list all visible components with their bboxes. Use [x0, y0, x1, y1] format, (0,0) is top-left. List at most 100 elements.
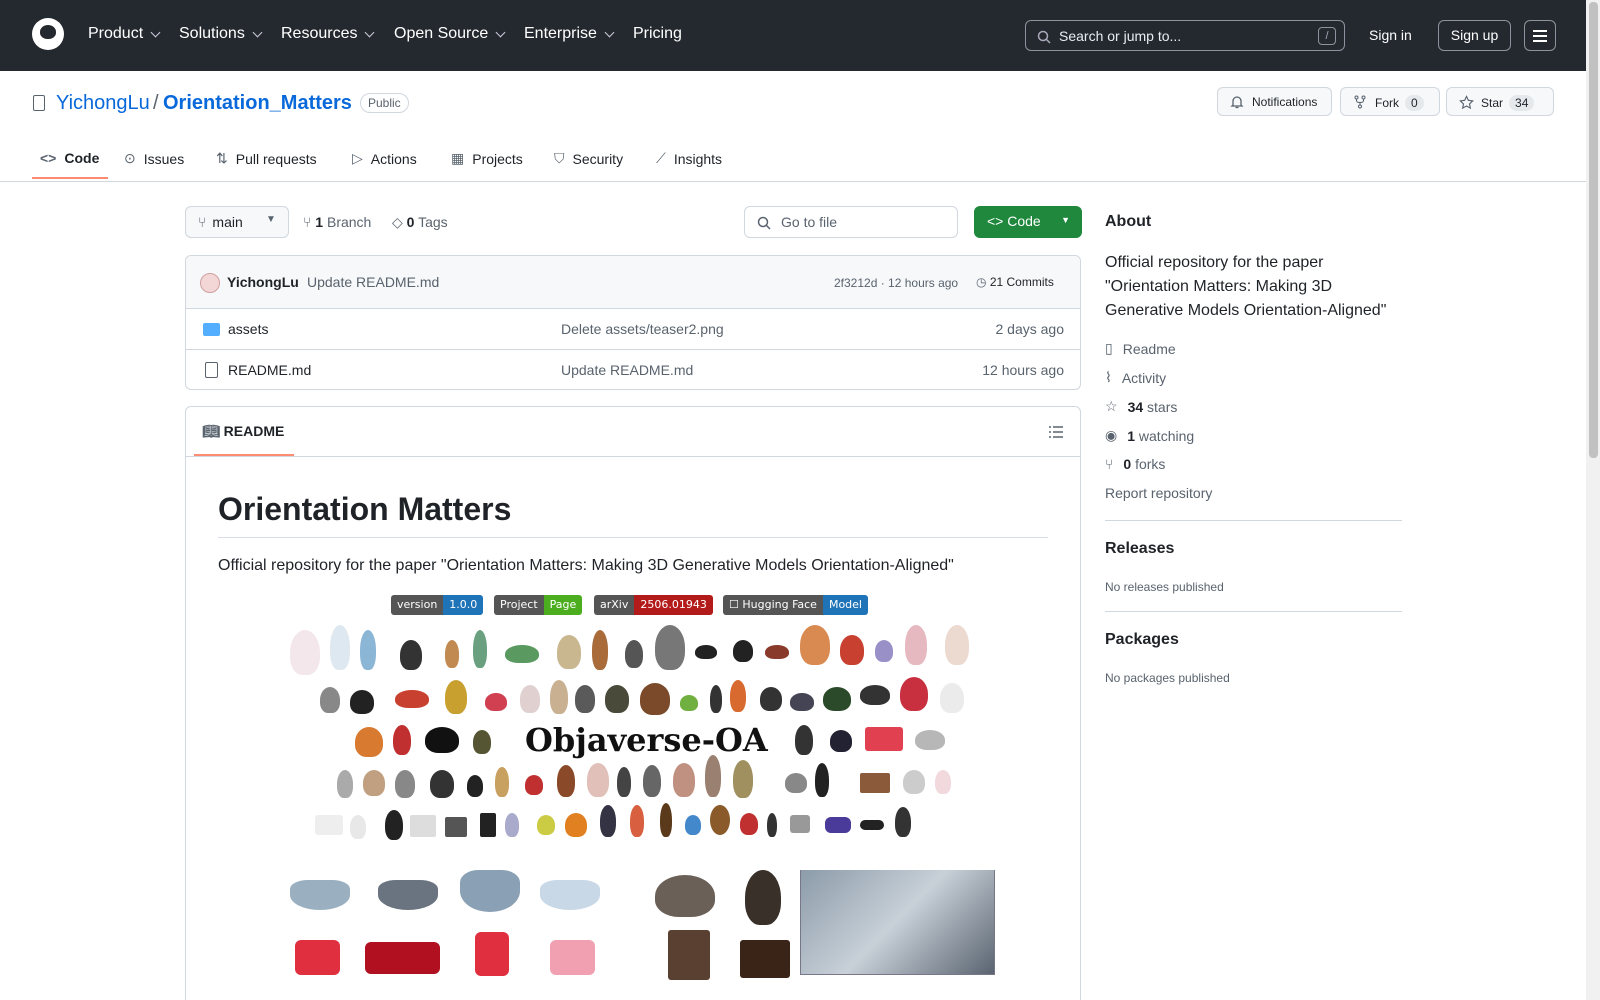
fork-icon: ⑂ — [1105, 456, 1114, 472]
avatar[interactable] — [200, 273, 220, 293]
tab-projects[interactable]: ▦ Projects — [451, 150, 523, 167]
tab-security[interactable]: ⛉ Security — [554, 150, 623, 167]
file-commit-message[interactable]: Update README.md — [561, 362, 693, 378]
tab-label: Issues — [143, 150, 185, 167]
activity-link-label: Activity — [1121, 369, 1167, 386]
room-render — [800, 870, 995, 975]
readme-tab[interactable]: 📖︎ README — [202, 423, 284, 440]
packages-heading[interactable]: Packages — [1105, 631, 1179, 649]
releases-heading[interactable]: Releases — [1105, 540, 1174, 558]
object-figure — [430, 770, 454, 798]
nav-resources[interactable]: Resources — [281, 25, 375, 43]
commits-label: 21 Commits — [989, 275, 1054, 289]
object-figure — [745, 870, 781, 925]
search-input[interactable]: Search or jump to... / — [1025, 20, 1345, 51]
tab-label: Insights — [673, 150, 723, 167]
object-figure — [625, 640, 643, 668]
commit-hash-time[interactable]: 2f3212d · 12 hours ago — [834, 276, 958, 290]
activity-link[interactable]: ⌇ Activity — [1105, 369, 1166, 386]
watching-link[interactable]: ◉ 1 watching — [1105, 427, 1194, 444]
forks-label: forks — [1135, 456, 1166, 472]
search-placeholder: Search or jump to... — [1059, 28, 1182, 44]
report-repository-link[interactable]: Report repository — [1105, 485, 1212, 501]
readme-title: Orientation Matters — [218, 491, 512, 527]
branches-link[interactable]: ⑂ 1 Branch — [303, 214, 371, 230]
menu-line — [1533, 35, 1547, 37]
file-table: YichongLu Update README.md 2f3212d · 12 … — [185, 255, 1081, 390]
object-figure — [520, 685, 540, 713]
sign-up-button[interactable]: Sign up — [1438, 20, 1511, 51]
github-logo-icon[interactable] — [32, 18, 64, 50]
file-icon — [205, 362, 218, 378]
object-figure — [765, 645, 789, 659]
object-figure — [903, 770, 925, 794]
object-figure — [315, 815, 343, 835]
watching-count: 1 — [1127, 427, 1136, 444]
commit-author[interactable]: YichongLu — [227, 274, 299, 290]
notifications-button[interactable]: Notifications — [1217, 87, 1332, 116]
stars-link[interactable]: ☆ 34 stars — [1105, 398, 1177, 415]
object-figure — [740, 940, 790, 978]
file-name[interactable]: assets — [228, 321, 268, 337]
objaverse-teaser-image: Objaverse-OA — [275, 625, 1010, 850]
code-button[interactable]: <> Code ▼ — [974, 206, 1082, 238]
nav-label: Resources — [281, 25, 358, 42]
nav-product[interactable]: Product — [88, 25, 161, 43]
repo-owner-link[interactable]: YichongLu — [56, 92, 150, 115]
project-page-badge[interactable]: Project Page — [494, 595, 583, 615]
star-label: Star — [1481, 96, 1504, 110]
object-figure — [295, 940, 340, 975]
tab-issues[interactable]: ⊙ Issues — [124, 150, 184, 167]
table-icon: ▦ — [451, 150, 465, 166]
object-figure — [605, 685, 629, 713]
chevron-down-icon — [252, 27, 263, 37]
file-name[interactable]: README.md — [228, 362, 311, 378]
nav-open-source[interactable]: Open Source — [394, 25, 506, 43]
object-figure — [495, 767, 509, 797]
file-row[interactable]: assets Delete assets/teaser2.png 2 days … — [186, 309, 1080, 350]
readme-link[interactable]: ▯ Readme — [1105, 340, 1176, 357]
arxiv-badge[interactable]: arXiv 2506.01943 — [594, 595, 713, 615]
tab-pull-requests[interactable]: ⇅ Pull requests — [216, 150, 317, 167]
nav-label: Solutions — [179, 25, 245, 42]
hugging-face-badge[interactable]: ☐ Hugging Face Model — [723, 595, 868, 615]
nav-solutions[interactable]: Solutions — [179, 25, 263, 43]
go-to-file-input[interactable]: Go to file — [744, 206, 958, 238]
outline-list-icon[interactable] — [1048, 425, 1064, 439]
file-commit-message[interactable]: Delete assets/teaser2.png — [561, 321, 724, 337]
pulse-icon: ⌇ — [1105, 369, 1112, 385]
sign-in-link[interactable]: Sign in — [1369, 27, 1412, 43]
commit-message[interactable]: Update README.md — [307, 274, 439, 290]
repo-name-link[interactable]: Orientation_Matters — [163, 92, 352, 115]
star-button[interactable]: Star 34 — [1446, 87, 1554, 116]
menu-button[interactable] — [1524, 20, 1556, 51]
object-figure — [575, 685, 595, 713]
version-badge[interactable]: version 1.0.0 — [391, 595, 484, 615]
nav-enterprise[interactable]: Enterprise — [524, 25, 615, 43]
object-figure — [290, 630, 320, 675]
file-row[interactable]: README.md Update README.md 12 hours ago — [186, 350, 1080, 389]
branch-selector[interactable]: ⑂ main ▼ — [185, 206, 289, 238]
object-figure — [565, 813, 587, 837]
stars-label: stars — [1147, 398, 1178, 415]
forks-count: 0 — [1123, 456, 1132, 472]
scrollbar-thumb[interactable] — [1589, 2, 1598, 458]
object-figure — [680, 695, 698, 711]
object-figure — [363, 770, 385, 796]
tags-link[interactable]: ◇ 0 Tags — [392, 214, 448, 231]
tab-code[interactable]: <> Code — [40, 150, 99, 166]
stars-count: 34 — [1127, 398, 1144, 415]
commits-link[interactable]: ◷ 21 Commits — [976, 275, 1054, 289]
star-count: 34 — [1509, 95, 1535, 111]
object-figure — [630, 805, 644, 837]
fork-button[interactable]: Fork 0 — [1340, 87, 1440, 116]
path-separator: / — [153, 92, 159, 114]
object-figure — [320, 687, 340, 713]
forks-link[interactable]: ⑂ 0 forks — [1105, 456, 1165, 472]
eye-icon: ◉ — [1105, 427, 1118, 443]
object-figure — [875, 640, 893, 662]
tab-actions[interactable]: ▷ Actions — [352, 150, 417, 167]
nav-pricing[interactable]: Pricing — [633, 25, 682, 43]
tab-insights[interactable]: ⟋ Insights — [656, 150, 722, 167]
object-figure — [557, 635, 581, 669]
